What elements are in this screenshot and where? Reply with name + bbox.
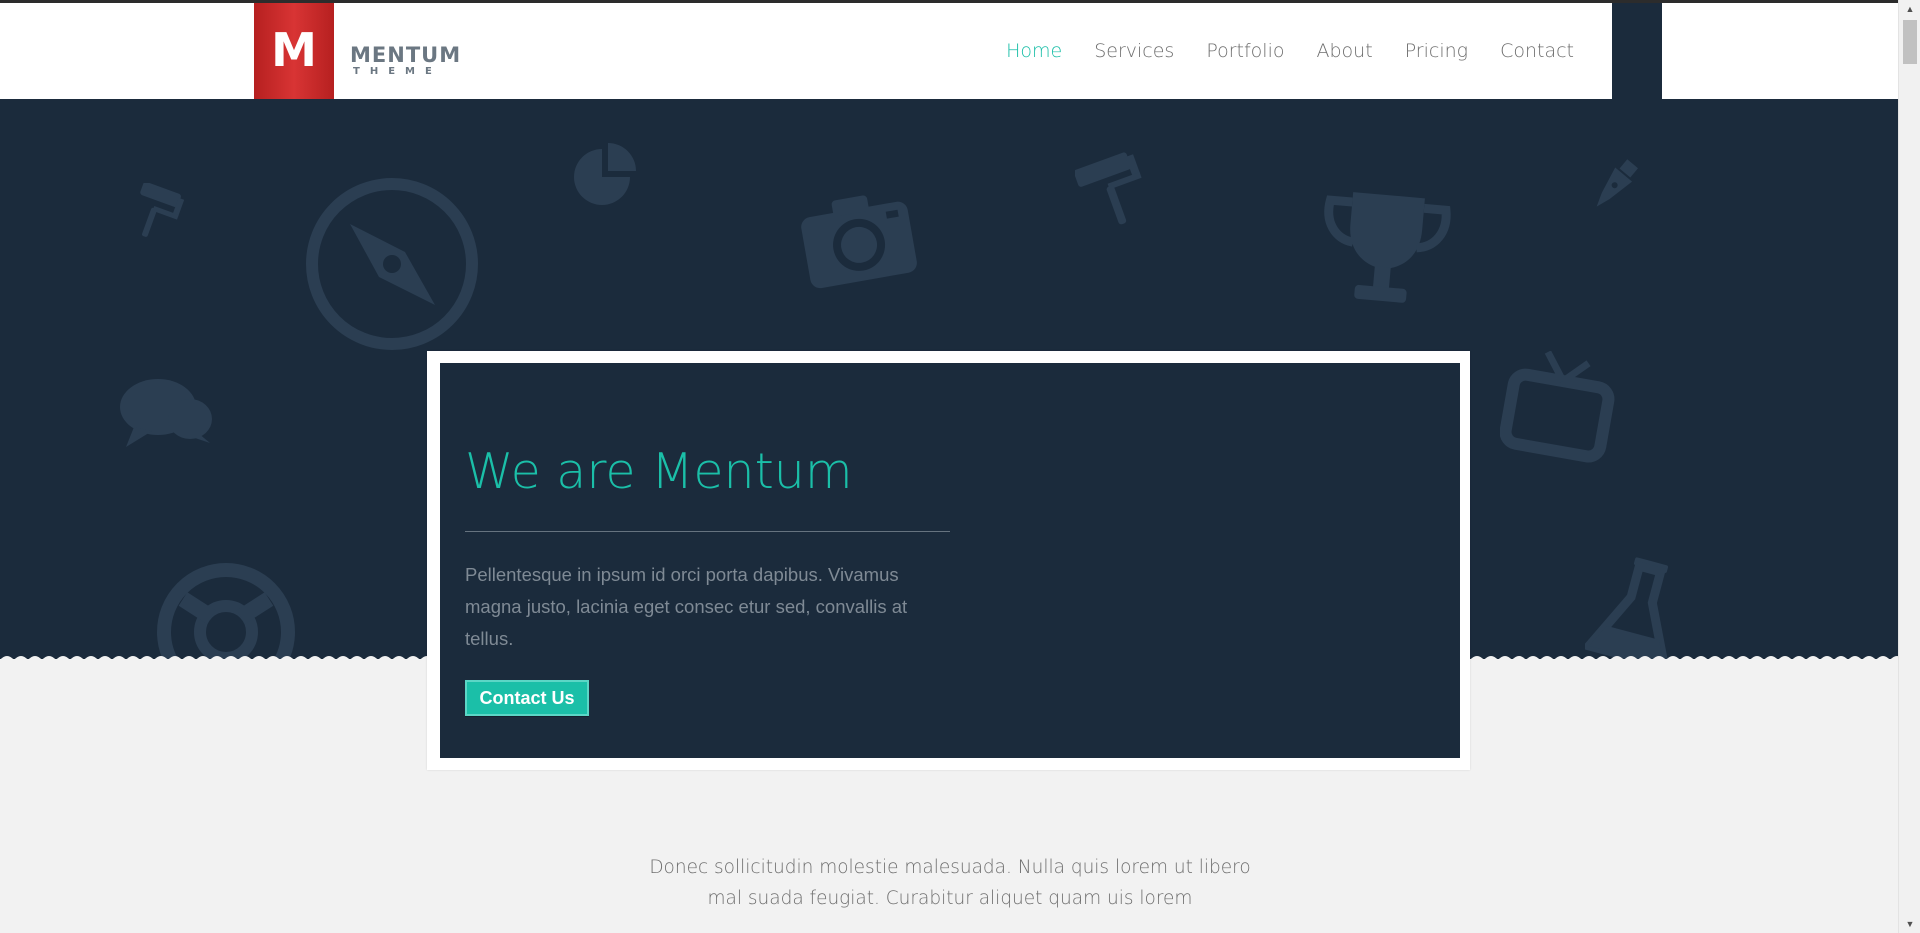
scroll-up-arrow-icon[interactable]: ▲ [1899, 0, 1920, 18]
nav-about[interactable]: About [1317, 40, 1373, 62]
nav-home[interactable]: Home [1006, 40, 1062, 62]
logo-text[interactable]: MENTUM THEME [350, 44, 461, 78]
logo-letter: M [271, 23, 317, 77]
compass-icon [306, 178, 478, 350]
header-dark-block [1612, 3, 1662, 99]
main-nav: Home Services Portfolio About Pricing Co… [974, 40, 1574, 62]
logo-tagline: THEME [353, 66, 442, 77]
paint-roller-icon [140, 183, 184, 237]
scroll-down-arrow-icon[interactable]: ▼ [1899, 915, 1920, 933]
nav-pricing[interactable]: Pricing [1405, 40, 1468, 62]
pie-chart-icon [574, 143, 636, 205]
nav-contact[interactable]: Contact [1500, 40, 1574, 62]
lifebuoy-icon [157, 563, 295, 659]
tv-icon [1500, 351, 1615, 463]
paint-roller-icon [1075, 152, 1142, 225]
nav-portfolio[interactable]: Portfolio [1206, 40, 1284, 62]
hero-divider [465, 531, 950, 532]
chat-bubbles-icon [120, 379, 212, 447]
intro-text: Donec sollicitudin molestie malesuada. N… [649, 857, 1251, 909]
trophy-icon [1324, 192, 1451, 303]
nav-services[interactable]: Services [1094, 40, 1174, 62]
flask-icon [1585, 557, 1671, 659]
scroll-thumb[interactable] [1903, 20, 1917, 64]
page-scrollbar[interactable]: ▲ ▼ [1898, 0, 1920, 933]
camera-icon [801, 195, 917, 289]
logo-name: MENTUM [350, 43, 462, 67]
pen-nib-icon [1596, 159, 1639, 207]
hero-description: Pellentesque in ipsum id orci porta dapi… [465, 564, 908, 649]
contact-us-button[interactable]: Contact Us [465, 680, 589, 716]
hero-title: We are Mentum [465, 443, 853, 500]
